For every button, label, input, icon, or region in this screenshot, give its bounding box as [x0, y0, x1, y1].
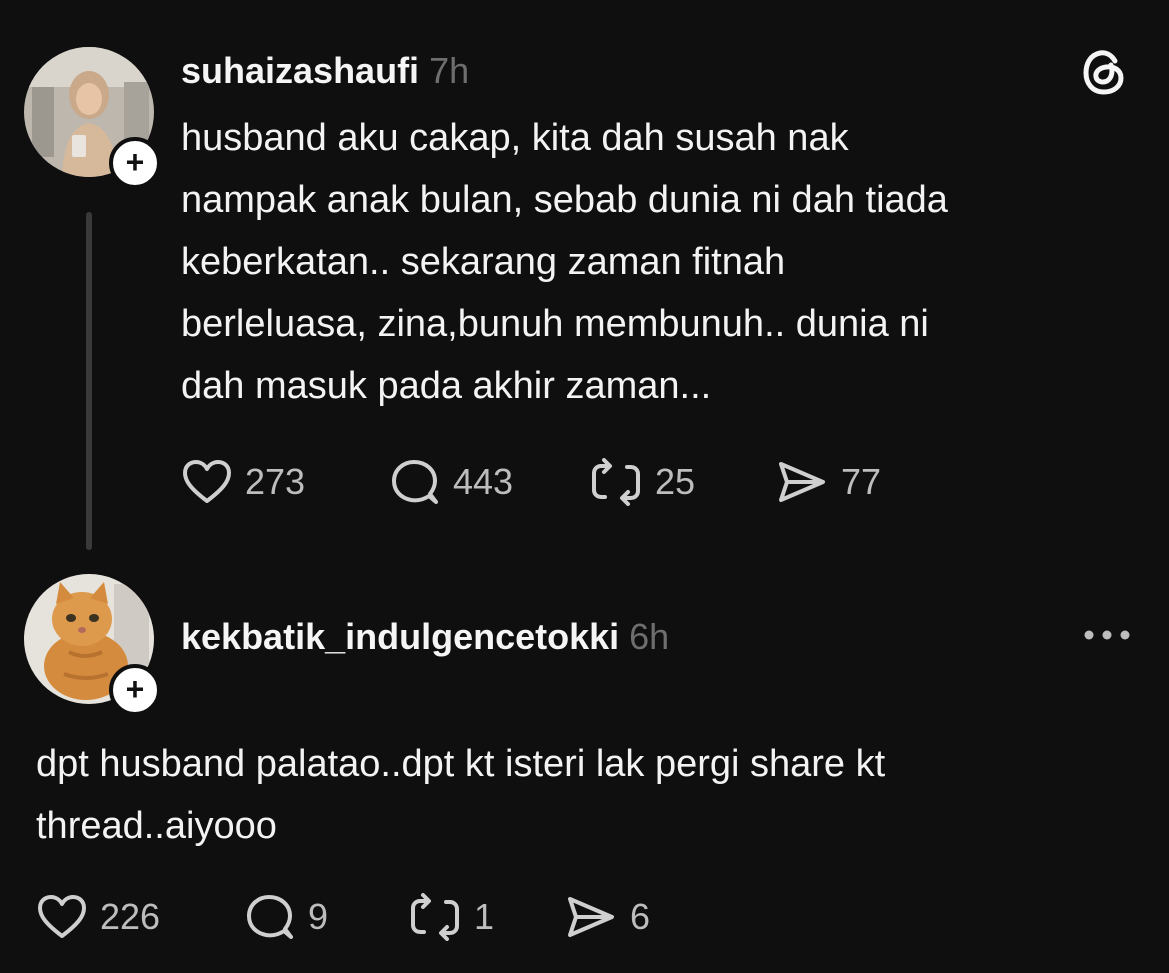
share-button[interactable]: 6	[564, 894, 650, 940]
post-body: husband aku cakap, kita dah susah nak na…	[181, 107, 948, 417]
plus-icon: +	[125, 670, 145, 707]
reply-actions: 226 9 1 6	[36, 893, 650, 941]
post-time: 7h	[429, 50, 470, 91]
like-count: 273	[245, 461, 306, 502]
post-username[interactable]: suhaizashaufi 7h	[181, 50, 469, 92]
follow-button[interactable]: +	[109, 664, 161, 716]
follow-button[interactable]: +	[109, 137, 161, 189]
post-line: keberkatan.. sekarang zaman fitnah	[181, 241, 786, 283]
reply-username[interactable]: kekbatik_indulgencetokki 6h	[181, 616, 669, 658]
plus-icon: +	[125, 143, 145, 180]
username-text[interactable]: kekbatik_indulgencetokki	[181, 616, 619, 657]
reply-body: dpt husband palatao..dpt kt isteri lak p…	[36, 733, 885, 857]
threads-screen: + suhaizashaufi 7h husband aku cakap, kit…	[0, 0, 1169, 973]
post-line: dah masuk pada akhir zaman...	[181, 365, 712, 407]
like-button[interactable]: 273	[181, 459, 389, 505]
reply-button[interactable]: 9	[244, 893, 408, 941]
username-text[interactable]: suhaizashaufi	[181, 50, 419, 91]
reply-line: thread..aiyooo	[36, 805, 277, 847]
share-count: 77	[841, 461, 882, 502]
repost-icon	[411, 893, 459, 941]
share-count: 6	[630, 896, 651, 937]
repost-button[interactable]: 25	[589, 458, 775, 506]
like-button[interactable]: 226	[36, 894, 244, 940]
repost-count: 25	[655, 461, 696, 502]
repost-icon	[592, 458, 640, 506]
post-line: husband aku cakap, kita dah susah nak	[181, 117, 849, 159]
send-icon	[568, 897, 614, 937]
reply-line: dpt husband palatao..dpt kt isteri lak p…	[36, 743, 886, 785]
thread-connector-line	[86, 212, 92, 550]
reply-count: 443	[453, 461, 514, 502]
share-button[interactable]: 77	[775, 459, 881, 505]
heart-icon	[38, 895, 86, 938]
more-dots-icon[interactable]	[1082, 627, 1132, 643]
post-line: nampak anak bulan, sebab dunia ni dah ti…	[181, 179, 948, 221]
post-line: berleluasa, zina,bunuh membunuh.. dunia …	[181, 303, 929, 345]
repost-count: 1	[474, 896, 495, 937]
heart-icon	[183, 460, 231, 503]
reply-count: 9	[308, 896, 329, 937]
send-icon	[779, 462, 825, 502]
like-count: 226	[100, 896, 161, 937]
repost-button[interactable]: 1	[408, 893, 564, 941]
threads-logo-icon[interactable]	[1078, 46, 1130, 98]
speech-bubble-icon	[247, 895, 293, 939]
speech-bubble-icon	[392, 460, 438, 504]
reply-button[interactable]: 443	[389, 458, 589, 506]
post-actions: 273 443 25 77	[181, 458, 881, 506]
reply-time: 6h	[629, 616, 670, 657]
